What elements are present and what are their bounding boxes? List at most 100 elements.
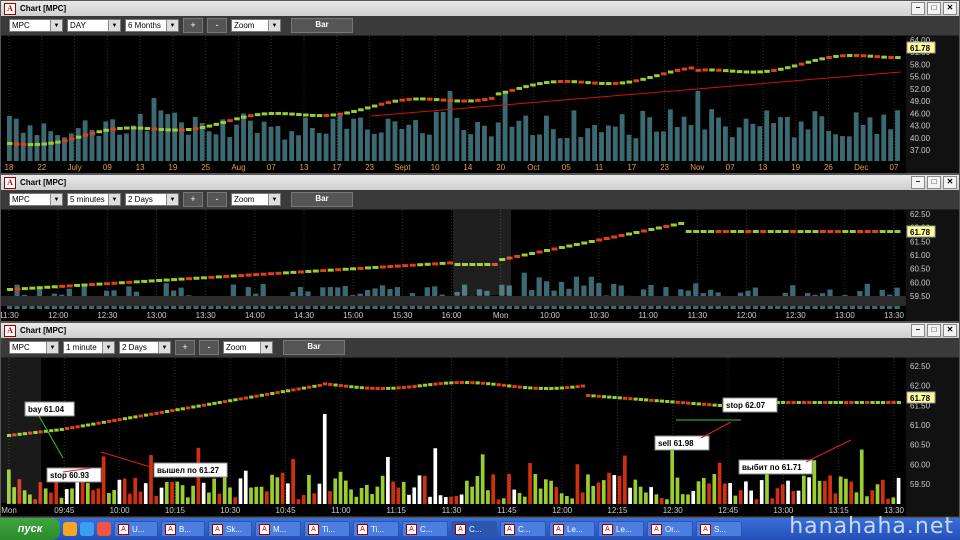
price-bar [840,54,846,58]
close-button[interactable]: ✕ [943,176,957,189]
interval-select[interactable]: 5 minutes ▼ [67,193,121,206]
view-select[interactable]: Zoom ▼ [223,341,273,354]
zoom-in-button[interactable]: + [183,192,203,207]
zoom-out-button[interactable]: - [199,340,219,355]
minimize-button[interactable]: – [911,176,925,189]
price-bar [290,270,297,274]
price-bar [454,99,461,103]
volume-bar [544,479,548,504]
volume-bar [612,475,617,504]
price-bar [20,142,27,146]
price-bar [767,230,774,233]
taskbar-item[interactable]: A M... [255,521,301,537]
taskbar-item[interactable]: A C... [402,521,448,537]
bar-style-button[interactable]: Bar [291,192,353,207]
taskbar-item[interactable]: A Le... [598,521,644,537]
taskbar-item-label: B... [179,524,192,534]
price-volume-chart[interactable]: 11:30 12:00 12:30 13:00 13:30 14:00 14:30 15:00… [1,210,959,321]
taskbar-item[interactable]: A S... [696,521,742,537]
maximize-button[interactable]: □ [927,324,941,337]
volume-bar [227,137,233,161]
y-tick-label: 58.00 [910,60,931,69]
media-icon[interactable] [97,522,111,536]
range-select[interactable]: 6 Months ▼ [125,19,179,32]
bar-style-button[interactable]: Bar [283,340,345,355]
volume-bar [396,487,401,504]
price-bar [663,225,670,228]
minimize-button[interactable]: – [911,2,925,15]
maximize-button[interactable]: □ [927,2,941,15]
start-button[interactable]: пуск [0,518,60,540]
price-bar [138,414,143,418]
x-tick-label: 11:30 [442,506,462,515]
taskbar-item[interactable]: A Ti... [304,521,350,537]
price-bar [307,385,312,389]
maximize-button[interactable]: □ [927,176,941,189]
interval-select[interactable]: 1 minute ▼ [63,341,115,354]
symbol-select[interactable]: MPC ▼ [9,193,63,206]
price-volume-chart[interactable]: 18 22 July 09 13 19 25 Aug 07 13 17 23 Sept 10 14 20 Oct… [1,36,959,173]
volume-bar [823,480,827,504]
chevron-down-icon: ▼ [108,194,120,205]
browser-icon[interactable] [80,522,94,536]
range-select[interactable]: 2 Days ▼ [119,341,171,354]
volume-bar [296,135,301,161]
price-bar [96,130,103,134]
price-bar [879,230,886,233]
bar-style-button[interactable]: Bar [291,18,353,33]
volume-bar [501,498,506,504]
range-select[interactable]: 2 Days ▼ [125,193,179,206]
price-bar [365,106,371,110]
price-bar [372,265,379,269]
interval-select[interactable]: DAY ▼ [67,19,121,32]
price-volume-chart[interactable]: Mon 09:45 10:00 10:15 10:30 10:45 11:00 11:15 11… [1,358,959,516]
x-tick-label: 09 [103,163,112,172]
taskbar-item[interactable]: A Sk... [208,521,252,537]
taskbar-item[interactable]: A B... [161,521,205,537]
app-icon: A [553,523,564,535]
view-value: Zoom [234,195,255,204]
price-bar [333,383,338,387]
price-bar [186,406,191,410]
taskbar-item[interactable]: A U... [114,521,158,537]
price-bar [264,392,270,396]
volume-bar [449,496,453,504]
volume-bar [628,487,632,504]
minimize-button[interactable]: – [911,324,925,337]
taskbar-item[interactable]: A Ti... [353,521,399,537]
volume-bar [96,135,102,161]
taskbar-item[interactable]: A Or... [647,521,693,537]
symbol-select[interactable]: MPC ▼ [9,341,59,354]
price-bar [365,266,371,270]
volume-bar [112,489,116,504]
price-bar [640,77,646,81]
close-button[interactable]: ✕ [943,2,957,15]
price-bar [551,247,558,251]
price-bar [491,382,496,386]
price-bar [144,127,151,131]
price-bar [805,60,812,64]
price-bar [618,234,625,237]
view-select[interactable]: Zoom ▼ [231,19,281,32]
price-bar [844,401,849,404]
taskbar-item[interactable]: A Le... [549,521,595,537]
volume-bar [41,123,47,161]
volume-bar [617,475,622,504]
chart-toolbar: MPC ▼ DAY ▼ 6 Months ▼ + - Zoom ▼ Bar [1,16,959,36]
annotation-sell-text: sell 61.98 [658,439,694,448]
volume-bar [770,498,775,504]
zoom-out-button[interactable]: - [207,18,227,33]
taskbar-item[interactable]: A C... [500,521,546,537]
taskbar-item[interactable]: A C... [451,521,497,537]
volume-bar [59,497,64,504]
zoom-in-button[interactable]: + [183,18,203,33]
price-bar [447,261,454,265]
price-bar [253,273,260,277]
zoom-out-button[interactable]: - [207,192,227,207]
symbol-select[interactable]: MPC ▼ [9,19,63,32]
zoom-in-button[interactable]: + [175,340,195,355]
volume-bar [343,480,348,504]
view-select[interactable]: Zoom ▼ [231,193,281,206]
close-button[interactable]: ✕ [943,324,957,337]
folder-icon[interactable] [63,522,77,536]
